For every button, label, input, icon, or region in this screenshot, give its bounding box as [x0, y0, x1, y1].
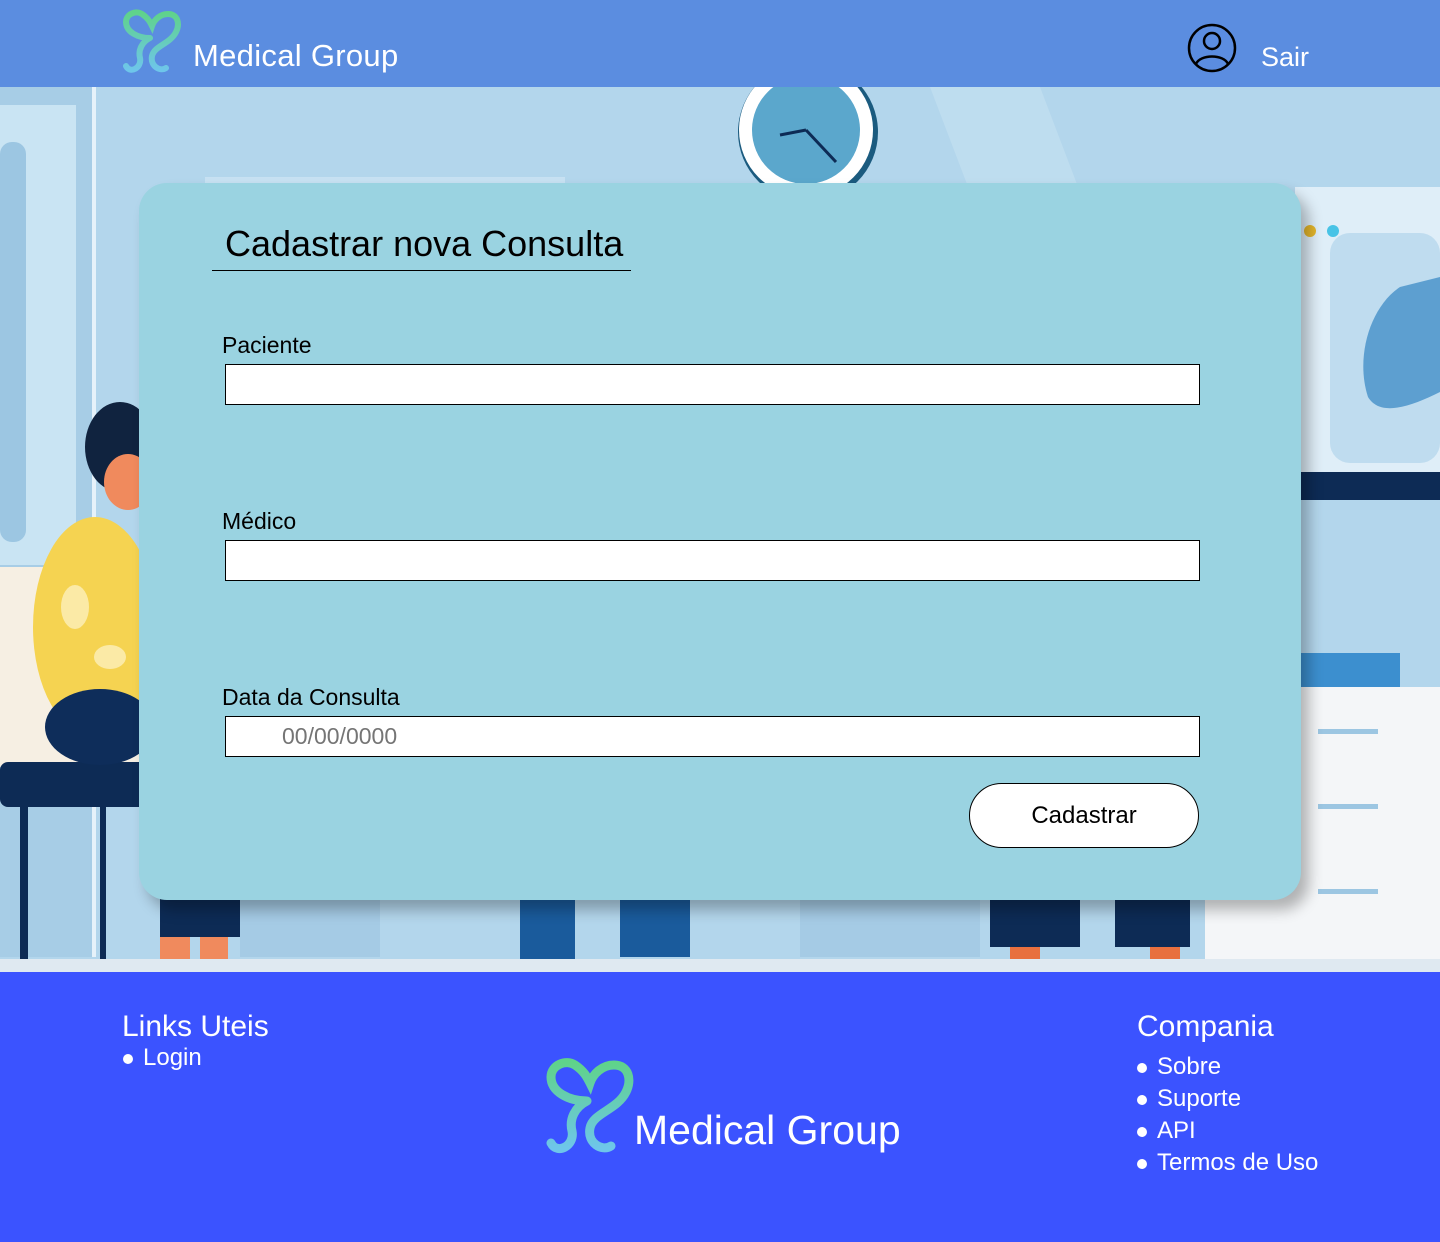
footer-link-api[interactable]: API [1137, 1115, 1318, 1147]
brand-name[interactable]: Medical Group [193, 38, 399, 74]
footer-link-support[interactable]: Suporte [1137, 1083, 1318, 1115]
company-links-list: Sobre Suporte API Termos de Uso [1137, 1051, 1318, 1179]
new-appointment-form: Cadastrar nova Consulta Paciente Médico … [139, 183, 1301, 900]
useful-links-list: Login [123, 1042, 202, 1074]
appointment-date-input[interactable] [225, 716, 1200, 757]
doctor-label: Médico [222, 508, 297, 534]
heart-s-logo-icon [546, 1058, 634, 1153]
user-circle-icon[interactable] [1186, 22, 1238, 74]
patient-label: Paciente [222, 332, 312, 358]
doctor-input[interactable] [225, 540, 1200, 581]
useful-links-heading: Links Uteis [122, 1010, 269, 1043]
register-button[interactable]: Cadastrar [969, 783, 1199, 848]
logout-link[interactable]: Sair [1261, 42, 1309, 73]
appointment-date-label: Data da Consulta [222, 684, 400, 710]
patient-input[interactable] [225, 364, 1200, 405]
heart-s-logo-icon[interactable] [120, 8, 184, 76]
footer: Links Uteis Login Medical Group Compania… [0, 972, 1440, 1242]
footer-link-terms[interactable]: Termos de Uso [1137, 1147, 1318, 1179]
footer-link-login[interactable]: Login [123, 1042, 202, 1074]
company-heading: Compania [1137, 1010, 1274, 1043]
top-navbar: Medical Group Sair [0, 0, 1440, 87]
footer-link-about[interactable]: Sobre [1137, 1051, 1318, 1083]
footer-brand-name: Medical Group [634, 1107, 901, 1153]
title-underline [212, 270, 631, 271]
form-title: Cadastrar nova Consulta [225, 223, 624, 264]
